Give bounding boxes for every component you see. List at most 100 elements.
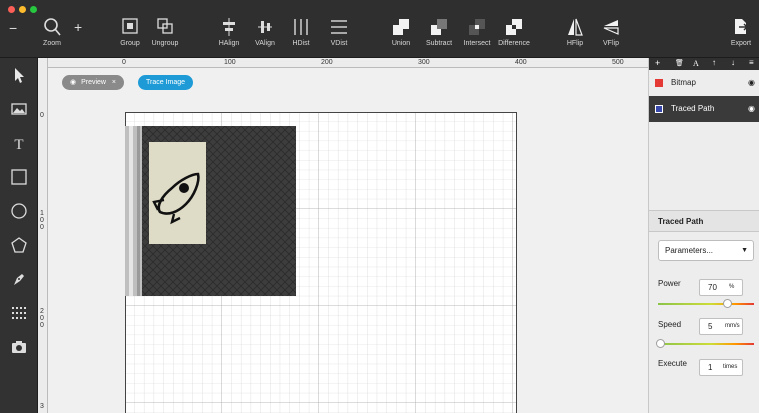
ellipse-tool-icon[interactable] xyxy=(10,202,28,220)
close-window-button[interactable] xyxy=(8,6,15,13)
valign-button[interactable]: VAlign xyxy=(252,16,278,47)
hflip-icon xyxy=(568,18,583,36)
execute-label: Execute xyxy=(658,359,687,368)
svg-text:T: T xyxy=(14,137,23,152)
tool-sidebar: T xyxy=(0,58,38,413)
magnifier-icon xyxy=(44,18,61,36)
parameters-dropdown[interactable]: Parameters... ▼ xyxy=(658,240,754,261)
group-icon xyxy=(122,18,138,34)
camera-tool-icon[interactable] xyxy=(10,338,28,356)
text-tool-icon[interactable]: T xyxy=(10,134,28,152)
ruler-top: 0 100 200 300 400 500 xyxy=(38,58,648,68)
power-label: Power xyxy=(658,279,681,288)
speed-unit: mm/s xyxy=(725,323,740,329)
execute-input[interactable]: 1 times xyxy=(699,359,743,376)
zoom-in-button[interactable]: + xyxy=(74,19,82,35)
parameters-dropdown-value: Parameters... xyxy=(665,246,714,255)
ruler-top-label: 200 xyxy=(321,59,333,66)
ruler-top-label: 400 xyxy=(515,59,527,66)
rocket-icon xyxy=(152,172,200,225)
difference-label: Difference xyxy=(498,40,530,47)
layer-name: Bitmap xyxy=(671,78,696,87)
difference-icon xyxy=(506,19,522,35)
vdist-label: VDist xyxy=(330,40,348,47)
zoom-out-button[interactable]: − xyxy=(9,20,17,36)
execute-value: 1 xyxy=(708,363,713,372)
delete-layer-button[interactable]: 🗑 xyxy=(675,59,684,67)
visibility-eye-icon[interactable]: ◉ xyxy=(748,70,755,96)
valign-label: VAlign xyxy=(255,40,275,47)
properties-title: Traced Path xyxy=(649,210,759,232)
speed-input[interactable]: 5 mm/s xyxy=(699,318,743,335)
halign-icon xyxy=(223,18,235,36)
text-layer-button[interactable]: A xyxy=(693,59,699,68)
union-button[interactable]: Union xyxy=(388,16,414,47)
ungroup-label: Ungroup xyxy=(151,40,179,47)
layer-menu-button[interactable]: ≡ xyxy=(749,58,754,67)
export-button[interactable]: Export xyxy=(728,16,754,47)
speed-label: Speed xyxy=(658,320,682,329)
ruler-top-label: 300 xyxy=(418,59,430,66)
halign-button[interactable]: HAlign xyxy=(216,16,242,47)
pen-tool-icon[interactable] xyxy=(10,270,28,288)
union-icon xyxy=(393,19,409,35)
subtract-button[interactable]: Subtract xyxy=(424,16,454,47)
trace-image-button[interactable]: Trace Image xyxy=(138,75,194,90)
hdist-label: HDist xyxy=(292,40,310,47)
right-panel: + 🗑 A ↑ ↓ ≡ Bitmap ◉ Traced Path ◉ Trace… xyxy=(648,58,759,413)
move-layer-down-button[interactable]: ↓ xyxy=(731,58,735,67)
polygon-tool-icon[interactable] xyxy=(10,236,28,254)
layer-name: Traced Path xyxy=(671,104,715,113)
minimize-window-button[interactable] xyxy=(19,6,26,13)
toolbar: − Zoom + Group Ungroup HAlign VAlign HDi… xyxy=(0,0,759,58)
rectangle-tool-icon[interactable] xyxy=(10,168,28,186)
move-layer-up-button[interactable]: ↑ xyxy=(712,58,716,67)
hflip-label: HFlip xyxy=(566,40,584,47)
power-slider[interactable] xyxy=(658,299,754,308)
camera-icon: ◉ xyxy=(70,79,77,86)
canvas-area[interactable]: 0 100 200 300 400 500 0 100 200 3 ◉ Prev… xyxy=(38,58,648,413)
group-button[interactable]: Group xyxy=(117,16,143,47)
ungroup-icon xyxy=(157,18,173,34)
zoom-window-button[interactable] xyxy=(30,6,37,13)
hdist-icon xyxy=(294,19,308,35)
layer-item-bitmap[interactable]: Bitmap ◉ xyxy=(649,70,759,96)
image-tool-icon[interactable] xyxy=(10,100,28,118)
ruler-top-label: 0 xyxy=(122,59,126,66)
layer-color-swatch xyxy=(655,105,663,113)
bitmap-image[interactable] xyxy=(125,126,296,296)
preview-pill[interactable]: ◉ Preview × xyxy=(62,75,125,90)
ruler-left-label: 0 xyxy=(40,112,44,119)
layer-toolbar: + 🗑 A ↑ ↓ ≡ xyxy=(649,58,759,70)
subtract-label: Subtract xyxy=(425,40,453,47)
preview-close-button[interactable]: × xyxy=(112,79,116,86)
ungroup-button[interactable]: Ungroup xyxy=(150,16,180,47)
hflip-button[interactable]: HFlip xyxy=(564,16,586,47)
speed-value: 5 xyxy=(708,322,713,331)
ruler-top-label: 100 xyxy=(224,59,236,66)
ruler-left: 0 100 200 3 xyxy=(38,58,48,413)
ruler-left-label: 200 xyxy=(40,308,44,329)
ruler-left-label: 100 xyxy=(40,210,44,231)
power-input[interactable]: 70 % xyxy=(699,279,743,296)
hdist-button[interactable]: HDist xyxy=(290,16,312,47)
ruler-top-label: 500 xyxy=(612,59,624,66)
vflip-icon xyxy=(603,20,619,35)
add-layer-button[interactable]: + xyxy=(655,58,660,68)
group-label: Group xyxy=(120,40,140,47)
zoom-control[interactable]: Zoom xyxy=(40,16,64,47)
pointer-tool-icon[interactable] xyxy=(10,66,28,84)
array-tool-icon[interactable] xyxy=(10,304,28,322)
difference-button[interactable]: Difference xyxy=(496,16,532,47)
vdist-button[interactable]: VDist xyxy=(328,16,350,47)
intersect-icon xyxy=(469,19,485,35)
layer-item-traced-path[interactable]: Traced Path ◉ xyxy=(649,96,759,122)
power-slider-knob[interactable] xyxy=(723,299,732,308)
vflip-button[interactable]: VFlip xyxy=(600,16,622,47)
speed-slider-knob[interactable] xyxy=(656,339,665,348)
intersect-button[interactable]: Intersect xyxy=(462,16,492,47)
visibility-eye-icon[interactable]: ◉ xyxy=(748,96,755,122)
power-unit: % xyxy=(729,284,735,290)
valign-icon xyxy=(258,21,272,33)
speed-slider[interactable] xyxy=(656,339,754,348)
